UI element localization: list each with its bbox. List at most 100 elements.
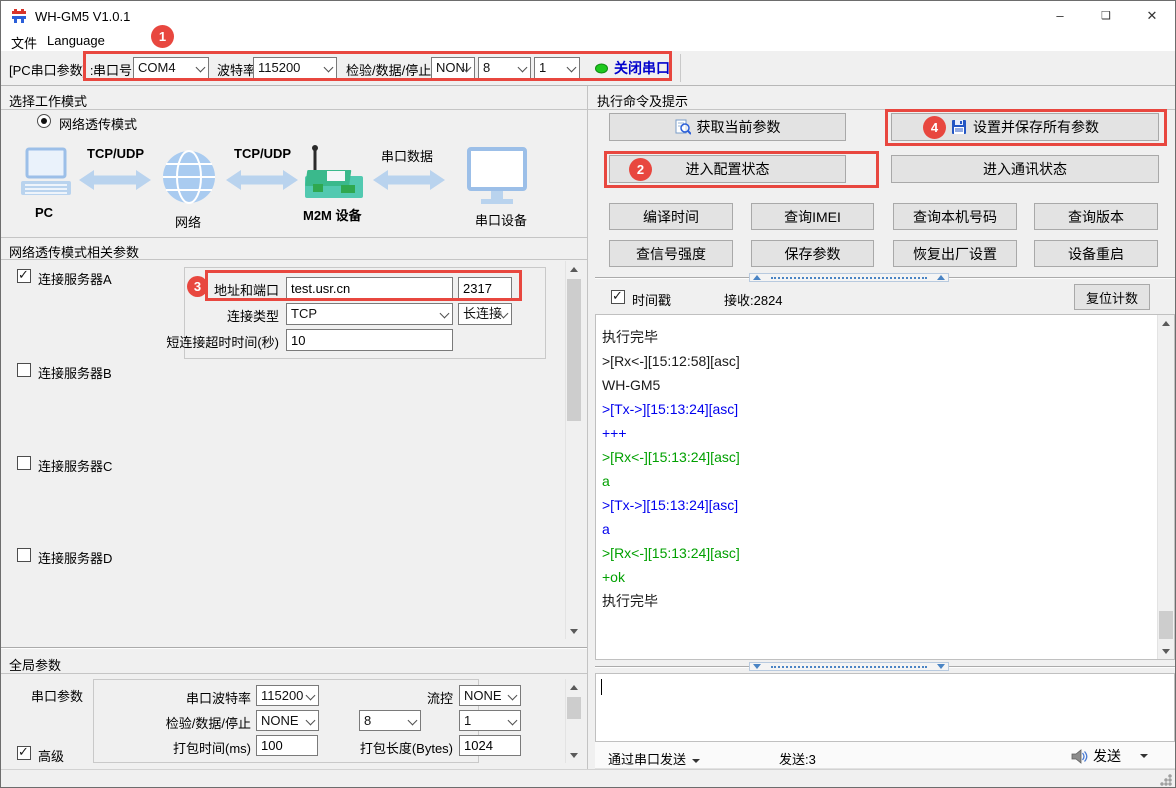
stopbits-select[interactable]: 1 (534, 57, 580, 79)
pack-time-input[interactable] (256, 735, 318, 756)
server-address-input[interactable] (286, 277, 453, 299)
log-line: a (596, 469, 1154, 493)
log-scrollbar[interactable] (1157, 315, 1174, 659)
scroll-up-icon[interactable] (566, 679, 582, 695)
scroll-up-icon[interactable] (566, 261, 582, 277)
log-line: a (596, 517, 1154, 541)
query-imei-button[interactable]: 查询IMEI (751, 203, 874, 230)
arrow-icon (226, 169, 298, 191)
log-line: 执行完毕 (596, 325, 1154, 349)
compile-time-button[interactable]: 编译时间 (609, 203, 733, 230)
pack-length-input[interactable] (459, 735, 521, 756)
maximize-button[interactable]: ❑ (1083, 1, 1129, 31)
scroll-down-icon[interactable] (566, 747, 582, 763)
port-select[interactable]: COM4 (133, 57, 209, 79)
keepalive-select[interactable]: 长连接 (458, 303, 512, 325)
chevron-down-icon (518, 63, 528, 73)
send-via-serial-dropdown[interactable]: 通过串口发送 (608, 749, 700, 768)
network-label: 网络 (175, 212, 201, 231)
log-splitter-handle[interactable] (749, 273, 949, 282)
enter-comm-button[interactable]: 进入通讯状态 (891, 155, 1159, 183)
transparent-mode-radio[interactable] (37, 114, 51, 128)
link2-label: TCP/UDP (234, 146, 291, 161)
pack-length-label: 打包长度(Bytes) (333, 738, 453, 757)
chevron-down-icon (306, 691, 316, 701)
dropdown-arrow-icon (692, 759, 700, 763)
query-version-button[interactable]: 查询版本 (1034, 203, 1158, 230)
annotation-badge-2: 2 (629, 158, 652, 181)
close-button[interactable]: ✕ (1129, 1, 1175, 31)
net-params-scrollbar[interactable] (565, 261, 582, 639)
query-local-number-button[interactable]: 查询本机号码 (893, 203, 1017, 230)
annotation-badge-4: 4 (923, 116, 946, 139)
app-window: WH-GM5 V1.0.1 – ❑ ✕ 文件 Language [PC串口参数]… (0, 0, 1176, 788)
server-a-checkbox[interactable]: ✓ (17, 269, 31, 283)
advanced-checkbox[interactable]: ✓ (17, 746, 31, 760)
left-splitter[interactable] (1, 647, 587, 649)
menu-language[interactable]: Language (43, 33, 109, 48)
global-params-scrollbar[interactable] (565, 679, 582, 763)
serial-baud-label: 串口波特率 (141, 688, 251, 707)
reset-count-button[interactable]: 复位计数 (1074, 284, 1150, 310)
serial-toolbar: [PC串口参数] : 串口号 COM4 波特率 115200 检验/数据/停止 … (1, 51, 1175, 86)
log-output[interactable]: 执行完毕>[Rx<-][15:12:58][asc]WH-GM5>[Tx->][… (595, 314, 1175, 660)
pc-laptop-icon (19, 147, 73, 203)
network-globe-icon (161, 149, 217, 205)
annotation-badge-1: 1 (151, 25, 174, 48)
get-params-button[interactable]: 获取当前参数 (609, 113, 846, 141)
log-line: WH-GM5 (596, 373, 1154, 397)
m2m-label: M2M 设备 (303, 205, 362, 224)
scroll-up-icon[interactable] (1158, 315, 1174, 331)
flow-control-select[interactable]: NONE (459, 685, 521, 706)
parity-select[interactable]: NONI (431, 57, 475, 79)
server-b-label: 连接服务器B (38, 363, 112, 382)
serial-baud-select[interactable]: 115200 (256, 685, 319, 706)
resize-grip[interactable] (1160, 774, 1172, 786)
scroll-down-icon[interactable] (1158, 643, 1174, 659)
doc-search-icon (675, 119, 691, 135)
server-c-checkbox[interactable] (17, 456, 31, 470)
scroll-down-icon[interactable] (566, 623, 582, 639)
query-signal-button[interactable]: 查信号强度 (609, 240, 733, 267)
close-port-button[interactable]: 关闭串口 (595, 58, 670, 78)
server-b-checkbox[interactable] (17, 363, 31, 377)
databits-select[interactable]: 8 (478, 57, 531, 79)
factory-reset-button[interactable]: 恢复出厂设置 (893, 240, 1017, 267)
menu-file[interactable]: 文件 (7, 33, 41, 52)
arrow-icon (373, 169, 445, 191)
chevron-down-icon (408, 716, 418, 726)
title-bar: WH-GM5 V1.0.1 – ❑ ✕ (1, 1, 1175, 31)
minimize-button[interactable]: – (1037, 1, 1083, 31)
log-line: +++ (596, 421, 1154, 445)
dropdown-arrow-icon (1140, 754, 1148, 758)
timeout-input[interactable] (286, 329, 453, 351)
timestamp-checkbox[interactable]: ✓ (611, 290, 625, 304)
annotation-badge-3: 3 (187, 276, 208, 297)
serial-device-label: 串口设备 (475, 210, 527, 229)
send-splitter-handle[interactable] (749, 662, 949, 671)
floppy-save-icon (951, 119, 967, 135)
scrollbar-thumb[interactable] (567, 279, 581, 421)
pack-time-label: 打包时间(ms) (141, 738, 251, 757)
led-green-icon (595, 63, 608, 74)
device-restart-button[interactable]: 设备重启 (1034, 240, 1158, 267)
toolbar-separator (680, 54, 681, 82)
timestamp-label: 时间戳 (632, 290, 671, 309)
conn-type-select[interactable]: TCP (286, 303, 453, 325)
scrollbar-thumb[interactable] (1159, 611, 1173, 639)
baud-select[interactable]: 115200 (253, 57, 337, 79)
chevron-down-icon (508, 691, 518, 701)
conn-type-label: 连接类型 (179, 306, 279, 325)
g-databits-select[interactable]: 8 (359, 710, 421, 731)
server-port-input[interactable] (458, 277, 512, 299)
send-button[interactable]: 发送 (1071, 746, 1148, 766)
g-parity-select[interactable]: NONE (256, 710, 319, 731)
scrollbar-thumb[interactable] (567, 697, 581, 719)
send-input[interactable] (595, 673, 1175, 742)
recv-counter: 接收:2824 (724, 290, 783, 309)
save-params-button[interactable]: 保存参数 (751, 240, 874, 267)
splitter-arrow-icon (753, 664, 761, 669)
g-stopbits-select[interactable]: 1 (459, 710, 521, 731)
chevron-down-icon (324, 63, 334, 73)
server-d-checkbox[interactable] (17, 548, 31, 562)
